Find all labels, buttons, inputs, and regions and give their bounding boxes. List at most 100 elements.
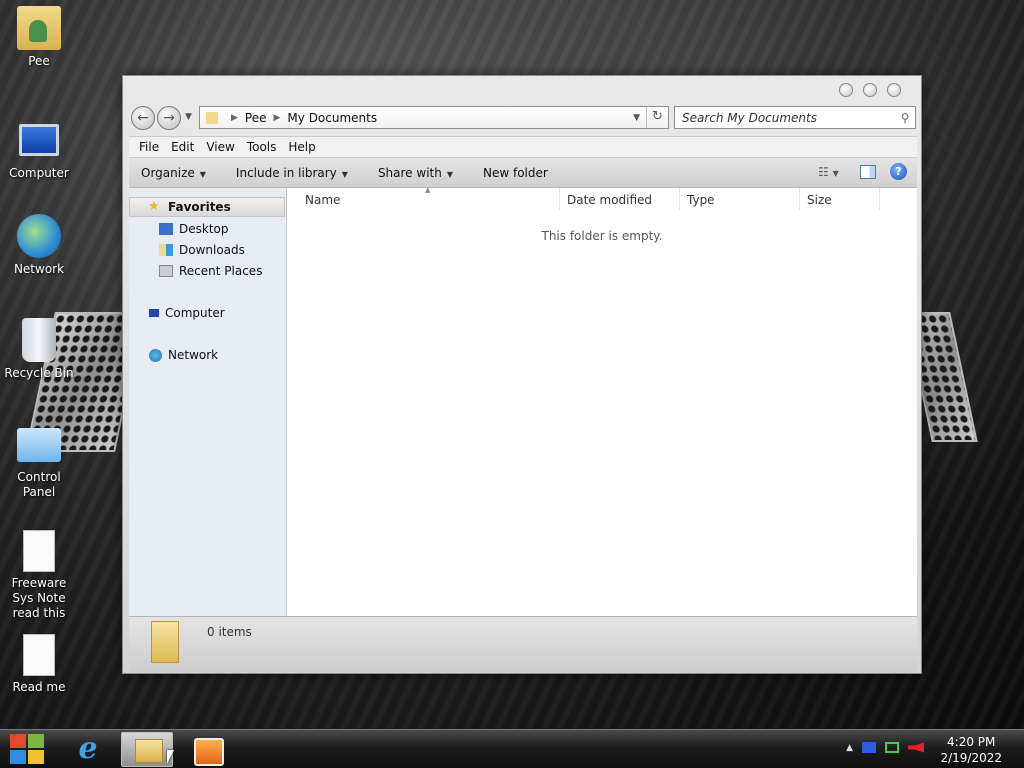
menu-file[interactable]: File [133, 140, 165, 154]
recent-places-icon [159, 265, 173, 277]
user-folder-icon [17, 6, 61, 50]
breadcrumb-pee[interactable]: Pee [245, 111, 267, 125]
desktop-icon [159, 223, 173, 235]
breadcrumb-separator-icon[interactable]: ▶ [231, 113, 238, 123]
refresh-button[interactable]: ↻ [646, 107, 668, 128]
nav-computer-label: Computer [165, 306, 225, 320]
volume-icon[interactable] [908, 742, 924, 753]
search-input[interactable] [675, 107, 895, 128]
chevron-down-icon: ▼ [199, 169, 206, 179]
back-button[interactable]: ← [131, 106, 155, 130]
column-divider[interactable] [559, 188, 560, 210]
column-name[interactable]: Name [305, 193, 340, 207]
chevron-down-icon: ▼ [832, 168, 839, 178]
menu-tools[interactable]: Tools [241, 140, 283, 154]
start-button[interactable] [10, 734, 44, 764]
downloads-folder-icon [159, 244, 173, 256]
nav-downloads[interactable]: Downloads [159, 240, 245, 260]
windows-logo-icon [28, 750, 44, 764]
close-button[interactable] [887, 83, 901, 97]
nav-favorites-label: Favorites [168, 200, 231, 214]
text-document-icon [23, 634, 55, 676]
preview-pane-icon[interactable] [860, 164, 876, 179]
address-bar[interactable]: ▶ Pee ▶ My Documents ▼ ↻ [199, 106, 669, 129]
minimize-button[interactable] [839, 83, 853, 97]
desktop-icon-label: Network [13, 262, 65, 276]
windows-logo-icon [10, 750, 26, 764]
desktop-icon-read-me[interactable]: Read me [0, 634, 78, 695]
nav-network[interactable]: Network [149, 345, 218, 365]
desktop-icon-computer[interactable]: Computer [0, 118, 78, 181]
file-explorer-button[interactable] [121, 732, 173, 767]
network-globe-icon [17, 214, 61, 258]
new-folder-button[interactable]: New folder [483, 166, 548, 180]
organize-button[interactable]: Organize ▼ [141, 166, 206, 180]
address-dropdown-icon[interactable]: ▼ [633, 113, 640, 123]
desktop-icon-network[interactable]: Network [0, 214, 78, 277]
nav-recent-places[interactable]: Recent Places [159, 261, 262, 281]
folder-icon [151, 621, 179, 663]
column-date-modified[interactable]: Date modified [567, 193, 652, 207]
column-headers: ▲ Name Date modified Type Size [287, 186, 917, 214]
menu-edit[interactable]: Edit [165, 140, 200, 154]
share-with-button[interactable]: Share with ▼ [378, 166, 453, 180]
view-list-icon: ☷ [818, 164, 829, 179]
breadcrumb-separator-icon[interactable]: ▶ [274, 113, 281, 123]
menu-help[interactable]: Help [282, 140, 321, 154]
desktop-icon-user-folder[interactable]: Pee [0, 6, 78, 69]
recent-pages-dropdown[interactable]: ▼ [185, 112, 192, 122]
desktop-icon-label: Recycle Bin [4, 366, 74, 380]
nav-favorites[interactable]: ★ Favorites [129, 197, 285, 217]
breadcrumb-my-documents[interactable]: My Documents [287, 111, 377, 125]
command-bar: Organize ▼ Include in library ▼ Share with… [129, 158, 917, 188]
organize-label: Organize [141, 165, 195, 180]
nav-recent-places-label: Recent Places [179, 264, 263, 278]
action-center-flag-icon[interactable] [862, 742, 876, 753]
caption-buttons [839, 83, 901, 97]
back-arrow-icon: ← [137, 110, 149, 126]
column-divider[interactable] [799, 188, 800, 210]
help-icon[interactable]: ? [890, 163, 907, 180]
column-divider[interactable] [679, 188, 680, 210]
nav-network-label: Network [168, 348, 219, 362]
nav-downloads-label: Downloads [179, 243, 245, 257]
internet-explorer-button[interactable]: e [62, 732, 114, 767]
control-panel-icon [17, 428, 61, 462]
file-list: ▲ Name Date modified Type Size This fold… [287, 186, 917, 616]
taskbar: e ▲ 4:20 PM 2/19/2022 [0, 729, 1024, 768]
include-in-library-button[interactable]: Include in library ▼ [236, 166, 348, 180]
star-icon: ★ [148, 199, 160, 214]
windows-logo-icon [28, 734, 44, 748]
share-with-label: Share with [377, 165, 442, 180]
menu-bar: File Edit View Tools Help [129, 136, 917, 158]
column-divider[interactable] [879, 188, 880, 210]
include-in-library-label: Include in library [235, 165, 337, 180]
menu-view[interactable]: View [200, 140, 240, 154]
nav-computer[interactable]: Computer [149, 303, 225, 323]
magnifier-icon[interactable]: ⚲ [895, 111, 915, 125]
recycle-bin-icon [22, 318, 56, 362]
windows-logo-icon [10, 734, 26, 748]
desktop-icon-freeware-note[interactable]: Freeware Sys Note read this [0, 530, 78, 621]
desktop-icon-label: Freeware Sys Note read this [11, 576, 67, 620]
change-view-button[interactable]: ☷ ▼ [818, 165, 846, 179]
folder-icon [206, 111, 218, 124]
desktop-icon-control-panel[interactable]: Control Panel [0, 422, 78, 500]
details-pane: 0 items [129, 616, 917, 672]
maximize-button[interactable] [863, 83, 877, 97]
show-hidden-icons-icon[interactable]: ▲ [846, 743, 853, 753]
forward-button[interactable]: → [157, 106, 181, 130]
nav-desktop[interactable]: Desktop [159, 219, 229, 239]
explorer-window: ← → ▼ ▶ Pee ▶ My Documents ▼ ↻ ⚲ File Ed… [122, 75, 922, 674]
desktop-icon-recycle-bin[interactable]: Recycle Bin [0, 318, 78, 381]
clock[interactable]: 4:20 PM 2/19/2022 [940, 734, 1002, 766]
navigation-bar: ← → ▼ ▶ Pee ▶ My Documents ▼ ↻ ⚲ [129, 104, 917, 132]
column-size[interactable]: Size [807, 193, 832, 207]
media-player-button[interactable] [181, 732, 233, 767]
mouse-cursor-icon [167, 750, 174, 764]
network-status-icon[interactable] [885, 742, 899, 753]
column-type[interactable]: Type [687, 193, 715, 207]
empty-folder-message: This folder is empty. [541, 229, 663, 243]
clock-date: 2/19/2022 [940, 751, 1002, 765]
desktop-icon-label: Pee [28, 54, 50, 68]
